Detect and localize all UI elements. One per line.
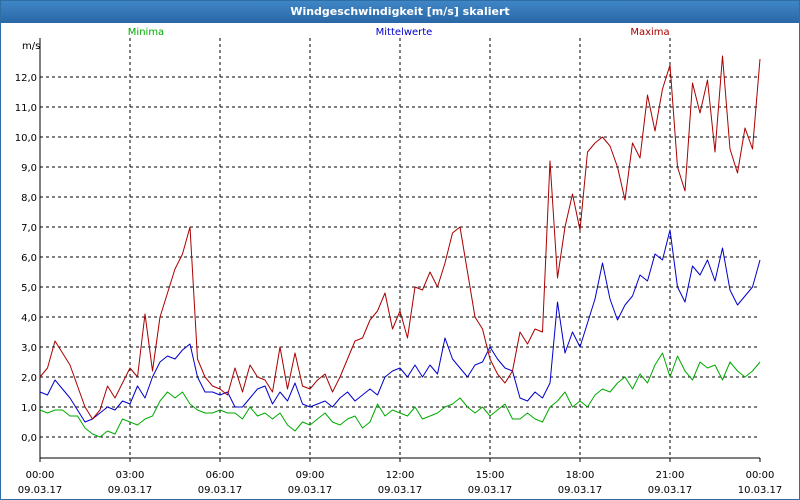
- x-tick-labels: 00:00 09.03.17 03:00 09.03.17 06:00 09.03.17 0…: [18, 470, 783, 496]
- x-tick-time: 00:00: [746, 470, 775, 481]
- x-tick-time: 00:00: [26, 470, 55, 481]
- y-axis-label: m/s: [22, 41, 40, 52]
- x-tick-date: 09.03.17: [198, 485, 243, 496]
- x-tick-date: 09.03.17: [558, 485, 603, 496]
- y-tick-label: 8,0: [21, 193, 37, 204]
- x-tick-time: 06:00: [206, 470, 235, 481]
- legend-maxima: Maxima: [630, 27, 669, 38]
- x-tick-date: 09.03.17: [288, 485, 333, 496]
- x-tick-time: 12:00: [386, 470, 415, 481]
- y-tick-label: 0,0: [21, 433, 37, 444]
- legend-mittelwerte: Mittelwerte: [376, 27, 433, 38]
- x-tick-date: 09.03.17: [378, 485, 423, 496]
- x-tick-date: 09.03.17: [108, 485, 153, 496]
- wind-speed-chart: 0,0 1,0 2,0 3,0 4,0 5,0 6,0 7,0 8,0 9,0 10,0 11,0 12…: [15, 27, 783, 496]
- x-tick-date: 09.03.17: [468, 485, 513, 496]
- x-tick-time: 18:00: [566, 470, 595, 481]
- y-tick-label: 12,0: [15, 73, 37, 84]
- y-tick-label: 4,0: [21, 313, 37, 324]
- y-tick-label: 1,0: [21, 403, 37, 414]
- y-tick-labels: 0,0 1,0 2,0 3,0 4,0 5,0 6,0 7,0 8,0 9,0 10,0 11,0 12…: [15, 73, 37, 444]
- x-tick-time: 15:00: [476, 470, 505, 481]
- x-tick-time: 09:00: [296, 470, 325, 481]
- grid-lines: [40, 38, 760, 458]
- series-lines: [39, 55, 761, 438]
- y-tick-label: 3,0: [21, 343, 37, 354]
- y-tick-label: 11,0: [15, 103, 37, 114]
- legend-minima: Minima: [128, 27, 164, 38]
- y-tick-label: 9,0: [21, 163, 37, 174]
- y-tick-label: 10,0: [15, 133, 37, 144]
- x-tick-time: 21:00: [656, 470, 685, 481]
- y-tick-label: 2,0: [21, 373, 37, 384]
- legend: Minima Mittelwerte Maxima: [128, 27, 670, 38]
- y-tick-label: 5,0: [21, 283, 37, 294]
- y-tick-label: 7,0: [21, 223, 37, 234]
- x-tick-date: 09.03.17: [18, 485, 63, 496]
- x-tick-date: 10.03.17: [738, 485, 783, 496]
- y-tick-label: 6,0: [21, 253, 37, 264]
- x-tick-date: 09.03.17: [648, 485, 693, 496]
- x-tick-time: 03:00: [116, 470, 145, 481]
